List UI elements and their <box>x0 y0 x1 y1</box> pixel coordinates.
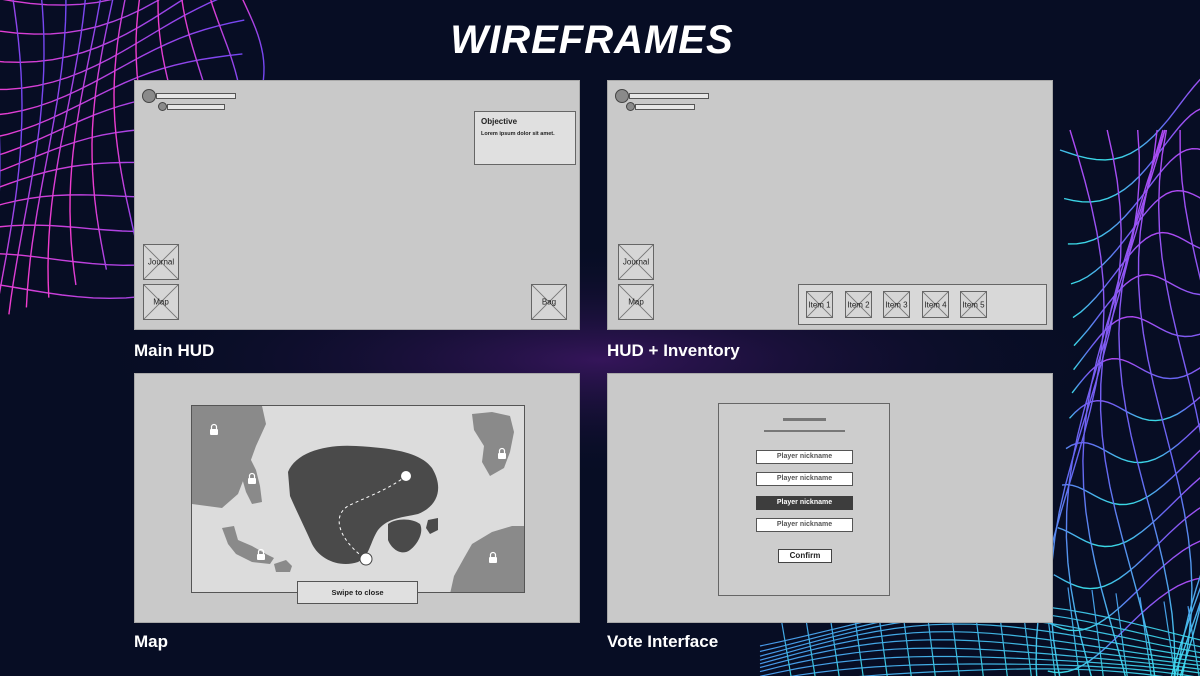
inventory-slot-label: Item 3 <box>885 300 908 309</box>
stamina-bar <box>167 104 225 110</box>
bag-button[interactable]: Bag <box>531 284 567 320</box>
confirm-button[interactable]: Confirm <box>778 549 832 563</box>
player-nickname-option-1[interactable]: Player nickname <box>756 450 853 464</box>
hud-inventory-label: HUD + Inventory <box>607 341 740 360</box>
secondary-dot <box>626 102 635 111</box>
objective-title: Objective <box>481 117 518 126</box>
inventory-slot-5[interactable]: Item 5 <box>960 291 987 318</box>
player-nickname-option-2[interactable]: Player nickname <box>756 472 853 486</box>
inventory-slot-label: Item 1 <box>808 300 831 309</box>
player-location-marker <box>359 552 373 566</box>
inventory-slot-label: Item 4 <box>924 300 947 309</box>
stamina-bar <box>635 104 695 110</box>
health-bar <box>629 93 709 99</box>
journal-button[interactable]: Journal <box>143 244 179 280</box>
player-nickname-option-3[interactable]: Player nickname <box>756 496 853 510</box>
vote-title-placeholder <box>783 418 826 421</box>
player-avatar-dot <box>615 89 629 103</box>
swipe-to-close-button[interactable]: Swipe to close <box>297 581 418 604</box>
main-hud-label: Main HUD <box>134 341 215 360</box>
vote-dialog: Player nickname Player nickname Player n… <box>718 403 890 596</box>
world-map[interactable] <box>191 405 525 593</box>
objective-text: Lorem ipsum dolor sit amet. <box>481 131 555 137</box>
locked-region-bottom-right <box>450 526 524 592</box>
player-avatar-dot <box>142 89 156 103</box>
player-nickname-option-4[interactable]: Player nickname <box>756 518 853 532</box>
lock-icon <box>257 548 265 560</box>
hud-inventory-panel: Journal Map Item 1 Item 2 Item 3 Item 4 … <box>607 80 1053 330</box>
inventory-bar: Item 1 Item 2 Item 3 Item 4 Item 5 <box>798 284 1047 325</box>
vote-panel: Player nickname Player nickname Player n… <box>607 373 1053 623</box>
inventory-slot-1[interactable]: Item 1 <box>806 291 833 318</box>
map-button[interactable]: Map <box>618 284 654 320</box>
main-hud-panel: Objective Lorem ipsum dolor sit amet. Jo… <box>134 80 580 330</box>
tiny-island <box>426 518 438 534</box>
journal-label: Journal <box>147 257 175 267</box>
map-label: Map <box>153 297 169 307</box>
inventory-slot-2[interactable]: Item 2 <box>845 291 872 318</box>
inventory-slot-3[interactable]: Item 3 <box>883 291 910 318</box>
journal-label: Journal <box>622 257 650 267</box>
journal-button[interactable]: Journal <box>618 244 654 280</box>
small-island <box>388 519 422 553</box>
bag-label: Bag <box>541 297 557 307</box>
page-title: WIREFRAMES <box>450 18 734 62</box>
inventory-slot-label: Item 2 <box>847 300 870 309</box>
health-bar <box>156 93 236 99</box>
destination-marker <box>401 471 411 481</box>
vote-subtitle-placeholder <box>764 430 845 432</box>
locked-region-top-right <box>472 412 514 476</box>
map-button[interactable]: Map <box>143 284 179 320</box>
map-label: Map <box>628 297 644 307</box>
small-islet <box>274 560 292 572</box>
objective-box: Objective Lorem ipsum dolor sit amet. <box>474 111 576 165</box>
inventory-slot-4[interactable]: Item 4 <box>922 291 949 318</box>
secondary-dot <box>158 102 167 111</box>
map-panel: Swipe to close <box>134 373 580 623</box>
main-island <box>288 445 439 564</box>
inventory-slot-label: Item 5 <box>962 300 985 309</box>
map-label: Map <box>134 632 168 651</box>
vote-interface-label: Vote Interface <box>607 632 719 651</box>
locked-region-bottom-left <box>222 526 274 564</box>
map-drawing <box>192 406 524 592</box>
